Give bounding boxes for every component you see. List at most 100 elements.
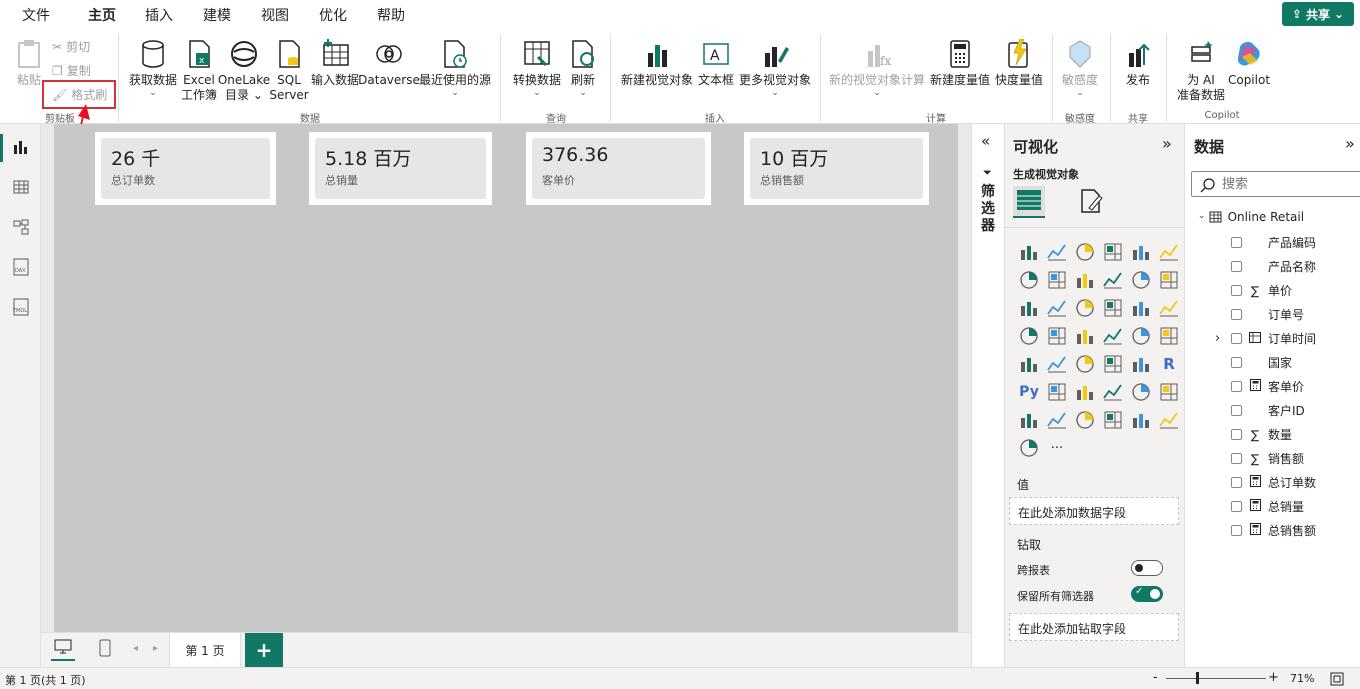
- donut-visual-icon[interactable]: [1155, 294, 1183, 322]
- field-checkbox[interactable]: [1231, 333, 1242, 344]
- copy-button[interactable]: ❐ 复制: [52, 62, 91, 79]
- kpi-visual-icon[interactable]: [1043, 350, 1071, 378]
- field-item[interactable]: ∑ 数量: [1231, 426, 1292, 443]
- zoom-slider[interactable]: [1166, 672, 1266, 684]
- excel-button[interactable]: x Excel 工作簿: [180, 38, 218, 103]
- scatter-visual-icon[interactable]: [1099, 294, 1127, 322]
- menu-home[interactable]: 主页: [88, 5, 116, 31]
- insights-visual-icon[interactable]: [1071, 406, 1099, 434]
- menu-insert[interactable]: 插入: [145, 5, 173, 25]
- recent-sources-button[interactable]: 最近使用的源 ⌄: [418, 38, 492, 98]
- decomposition-visual-icon[interactable]: [1071, 378, 1099, 406]
- sensitivity-button[interactable]: 敏感度 ⌄: [1058, 38, 1102, 98]
- card-total-sales[interactable]: 10 百万 总销售额: [744, 132, 929, 205]
- card-total-orders[interactable]: 26 千 总订单数: [95, 132, 276, 205]
- expand-right-icon[interactable]: »: [1345, 134, 1355, 153]
- more-visual-icon[interactable]: ···: [1043, 434, 1071, 462]
- trophy-visual-icon[interactable]: [1127, 378, 1155, 406]
- chevron-right-icon[interactable]: ›: [1215, 331, 1220, 346]
- clustered-bar-visual-icon[interactable]: [1071, 238, 1099, 266]
- zoom-in-button[interactable]: +: [1268, 670, 1279, 685]
- image-visual-icon[interactable]: [1099, 406, 1127, 434]
- funnel-visual-icon[interactable]: [1071, 294, 1099, 322]
- search-box[interactable]: [1191, 171, 1360, 197]
- report-canvas[interactable]: 26 千 总订单数 5.18 百万 总销量 376.36 客单价 10 百万 总…: [54, 124, 958, 632]
- clustered-column-visual-icon[interactable]: [1099, 238, 1127, 266]
- next-page-icon[interactable]: ▸: [153, 643, 158, 654]
- table-view-icon[interactable]: [10, 176, 32, 198]
- ribbon-visual-icon[interactable]: [1099, 266, 1127, 294]
- field-item[interactable]: 总销量: [1231, 498, 1304, 515]
- field-checkbox[interactable]: [1231, 477, 1242, 488]
- share-button[interactable]: ⇪ 共享 ⌄: [1282, 2, 1354, 26]
- field-checkbox[interactable]: [1231, 381, 1242, 392]
- sql-server-button[interactable]: SQL Server: [269, 38, 309, 103]
- field-item[interactable]: 客户ID: [1231, 402, 1305, 419]
- card-total-quantity[interactable]: 5.18 百万 总销量: [309, 132, 492, 205]
- format-painter-button[interactable]: 🖌 格式刷: [52, 86, 107, 103]
- field-item[interactable]: 产品编码: [1231, 234, 1316, 251]
- field-checkbox[interactable]: [1231, 501, 1242, 512]
- table-visual-icon[interactable]: [1099, 350, 1127, 378]
- field-item[interactable]: ∑ 销售额: [1231, 450, 1304, 467]
- 100-column-visual-icon[interactable]: [1155, 238, 1183, 266]
- gauge-visual-icon[interactable]: [1155, 322, 1183, 350]
- search-input[interactable]: [1222, 175, 1352, 193]
- format-visual-tab[interactable]: [1079, 188, 1107, 216]
- fit-to-page-icon[interactable]: [1330, 672, 1344, 686]
- field-checkbox[interactable]: [1231, 261, 1242, 272]
- paste-button[interactable]: 粘贴: [12, 38, 46, 88]
- waterfall-visual-icon[interactable]: [1127, 266, 1155, 294]
- enter-data-button[interactable]: 输入数据: [310, 38, 360, 88]
- filters-pane-collapsed[interactable]: « ⏷ 筛选器: [971, 124, 1005, 667]
- field-item[interactable]: 产品名称: [1231, 258, 1316, 275]
- transform-data-button[interactable]: 转换数据 ⌄: [510, 38, 564, 98]
- field-item[interactable]: › 订单时间: [1215, 330, 1316, 347]
- collapse-left-icon[interactable]: «: [981, 132, 990, 150]
- new-measure-button[interactable]: 新建度量值: [928, 38, 992, 88]
- treemap-visual-icon[interactable]: [1015, 322, 1043, 350]
- slicer-visual-icon[interactable]: [1071, 350, 1099, 378]
- 100-bar-visual-icon[interactable]: [1127, 238, 1155, 266]
- field-item[interactable]: 总销售额: [1231, 522, 1316, 539]
- power-apps-visual-icon[interactable]: [1127, 406, 1155, 434]
- new-visual-calc-button[interactable]: fx 新的视觉对象计算 ⌄: [828, 38, 926, 98]
- pie-visual-icon[interactable]: [1127, 294, 1155, 322]
- textbox-button[interactable]: A 文本框: [696, 38, 736, 88]
- menu-help[interactable]: 帮助: [377, 5, 405, 25]
- field-checkbox[interactable]: [1231, 405, 1242, 416]
- stacked-bar-visual-icon[interactable]: [1015, 238, 1043, 266]
- dax-query-icon[interactable]: DAX: [10, 256, 32, 278]
- zoom-slider-thumb[interactable]: [1196, 672, 1199, 684]
- r-script-visual-icon[interactable]: R: [1155, 350, 1183, 378]
- narrative-visual-icon[interactable]: [1015, 434, 1043, 462]
- field-checkbox[interactable]: [1231, 357, 1242, 368]
- field-item[interactable]: 订单号: [1231, 306, 1304, 323]
- cut-button[interactable]: ✂ 剪切: [52, 38, 90, 55]
- field-checkbox[interactable]: [1231, 309, 1242, 320]
- table-node-online-retail[interactable]: › Online Retail: [1196, 210, 1304, 224]
- metrics-visual-icon[interactable]: [1043, 406, 1071, 434]
- page-tab-1[interactable]: 第 1 页: [169, 633, 241, 667]
- zoom-out-button[interactable]: -: [1153, 670, 1158, 685]
- field-checkbox[interactable]: [1231, 237, 1242, 248]
- new-visual-button[interactable]: 新建视觉对象: [620, 38, 694, 88]
- model-view-icon[interactable]: [10, 216, 32, 238]
- area-visual-icon[interactable]: [1043, 266, 1071, 294]
- add-page-button[interactable]: +: [245, 633, 283, 667]
- build-visual-tab[interactable]: [1013, 186, 1045, 218]
- python-visual-icon[interactable]: Py: [1015, 378, 1043, 406]
- keep-filters-toggle[interactable]: ✓: [1131, 586, 1163, 602]
- publish-button[interactable]: 发布: [1120, 38, 1156, 88]
- prev-page-icon[interactable]: ◂: [133, 643, 138, 654]
- line-visual-icon[interactable]: [1015, 266, 1043, 294]
- stacked-column-visual-icon[interactable]: [1043, 238, 1071, 266]
- line-stacked-visual-icon[interactable]: [1015, 294, 1043, 322]
- line-column-visual-icon[interactable]: [1155, 266, 1183, 294]
- map-visual-icon[interactable]: [1043, 322, 1071, 350]
- copilot-button[interactable]: Copilot: [1228, 38, 1270, 88]
- menu-optimize[interactable]: 优化: [319, 5, 347, 25]
- matrix-visual-icon[interactable]: [1127, 350, 1155, 378]
- field-checkbox[interactable]: [1231, 525, 1242, 536]
- onelake-button[interactable]: OneLake 目录 ⌄: [218, 38, 270, 103]
